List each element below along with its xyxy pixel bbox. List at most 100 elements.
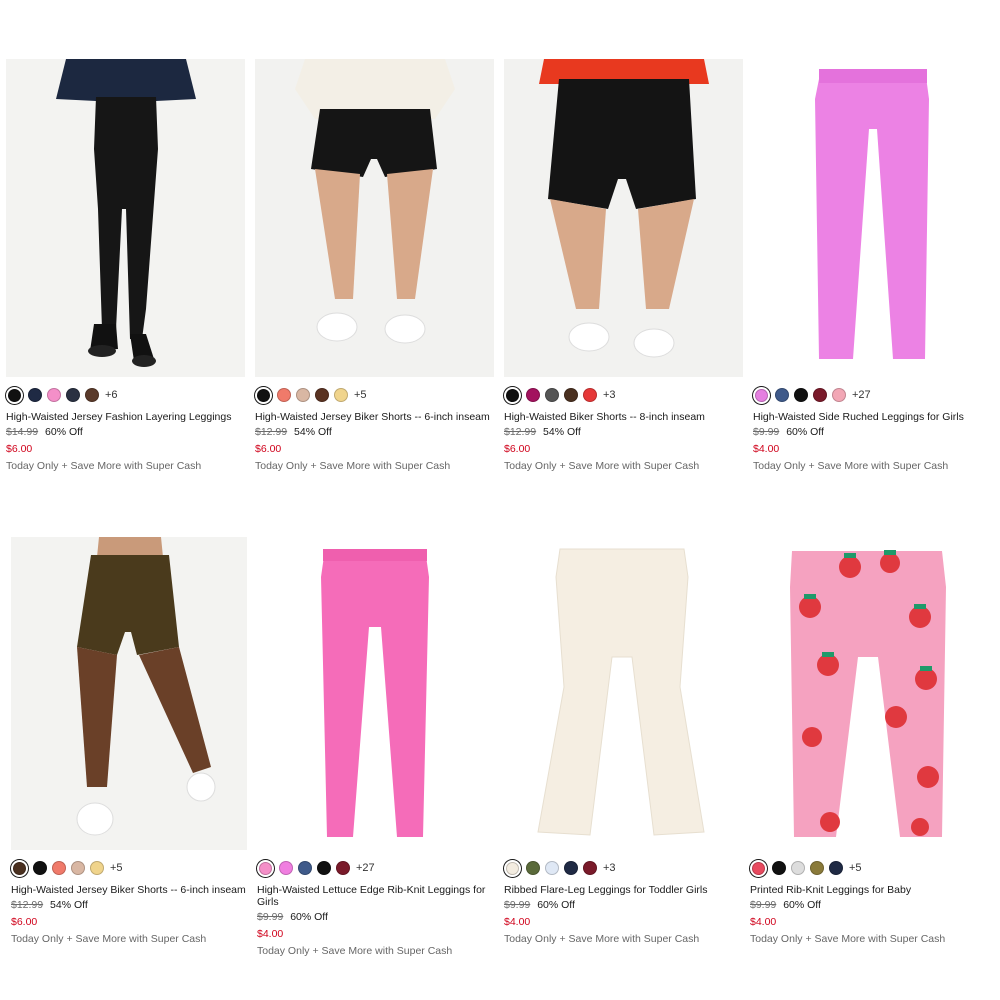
color-swatch[interactable]: [52, 861, 66, 875]
color-swatch[interactable]: [775, 388, 789, 402]
promo-text: Today Only + Save More with Super Cash: [6, 460, 202, 472]
regular-price: $12.99: [11, 899, 44, 911]
color-swatch[interactable]: [28, 388, 42, 402]
pink-ruched-leggings-image: [753, 59, 992, 377]
color-swatch[interactable]: [829, 861, 843, 875]
color-swatch[interactable]: [583, 861, 597, 875]
promo-text: Today Only + Save More with Super Cash: [255, 460, 451, 472]
more-colors-link[interactable]: +5: [110, 862, 123, 874]
product-name[interactable]: High-Waisted Jersey Biker Shorts -- 6-in…: [11, 884, 247, 896]
color-swatch[interactable]: [526, 861, 540, 875]
price-row: $9.99 60% Off: [753, 426, 992, 439]
sale-price: $6.00: [11, 916, 38, 928]
product-card[interactable]: +5 Printed Rib-Knit Leggings for Baby $9…: [750, 537, 986, 946]
product-name[interactable]: Printed Rib-Knit Leggings for Baby: [750, 884, 986, 896]
price-row: $12.99 54% Off: [11, 899, 247, 912]
color-swatch[interactable]: [33, 861, 47, 875]
color-swatch[interactable]: [545, 861, 559, 875]
color-swatches: +6: [6, 385, 245, 405]
color-swatch[interactable]: [336, 861, 350, 875]
color-swatch[interactable]: [317, 861, 331, 875]
color-swatch[interactable]: [794, 388, 808, 402]
model-black-leggings-image: [6, 59, 245, 377]
color-swatch[interactable]: [296, 388, 310, 402]
color-swatch[interactable]: [545, 388, 559, 402]
product-name[interactable]: High-Waisted Jersey Biker Shorts -- 6-in…: [255, 411, 494, 423]
color-swatch[interactable]: [298, 861, 312, 875]
color-swatch[interactable]: [277, 388, 291, 402]
product-name[interactable]: High-Waisted Side Ruched Leggings for Gi…: [753, 411, 992, 423]
color-swatch[interactable]: [13, 861, 26, 875]
more-colors-link[interactable]: +3: [603, 389, 616, 401]
discount-label: 54% Off: [543, 426, 581, 438]
color-swatch[interactable]: [832, 388, 846, 402]
more-colors-link[interactable]: +27: [852, 389, 871, 401]
promo-text: Today Only + Save More with Super Cash: [504, 460, 700, 472]
color-swatch[interactable]: [755, 388, 768, 402]
color-swatches: +5: [11, 858, 247, 878]
color-swatch[interactable]: [47, 388, 61, 402]
color-swatches: +27: [753, 385, 992, 405]
more-colors-link[interactable]: +6: [105, 389, 118, 401]
discount-label: 60% Off: [537, 899, 575, 911]
price-row: $9.99 60% Off: [750, 899, 986, 912]
product-image[interactable]: [257, 537, 493, 850]
product-image[interactable]: [504, 59, 743, 377]
color-swatch[interactable]: [334, 388, 348, 402]
price-row: $14.99 60% Off: [6, 426, 245, 439]
color-swatch[interactable]: [813, 388, 827, 402]
sale-price: $4.00: [257, 928, 284, 940]
product-name[interactable]: High-Waisted Jersey Fashion Layering Leg…: [6, 411, 245, 423]
more-colors-link[interactable]: +5: [354, 389, 367, 401]
color-swatch[interactable]: [85, 388, 99, 402]
color-swatch[interactable]: [315, 388, 329, 402]
product-image[interactable]: [255, 59, 494, 377]
color-swatch[interactable]: [257, 388, 270, 402]
product-name[interactable]: High-Waisted Lettuce Edge Rib-Knit Leggi…: [257, 884, 493, 908]
color-swatch[interactable]: [564, 388, 578, 402]
more-colors-link[interactable]: +27: [356, 862, 375, 874]
color-swatch[interactable]: [8, 388, 21, 402]
product-image[interactable]: [504, 537, 740, 850]
color-swatch[interactable]: [506, 388, 519, 402]
color-swatch[interactable]: [259, 861, 272, 875]
more-colors-link[interactable]: +5: [849, 862, 862, 874]
product-card[interactable]: +5 High-Waisted Jersey Biker Shorts -- 6…: [255, 59, 494, 473]
product-card[interactable]: +3 High-Waisted Biker Shorts -- 8-inch i…: [504, 59, 743, 473]
color-swatch[interactable]: [810, 861, 824, 875]
promo-text: Today Only + Save More with Super Cash: [750, 933, 946, 945]
color-swatch[interactable]: [66, 388, 80, 402]
model-olive-biker-shorts-image: [11, 537, 247, 850]
color-swatch[interactable]: [752, 861, 765, 875]
color-swatches: +27: [257, 858, 493, 878]
product-card[interactable]: +27 High-Waisted Side Ruched Leggings fo…: [753, 59, 992, 473]
product-image[interactable]: [11, 537, 247, 850]
product-card[interactable]: +5 High-Waisted Jersey Biker Shorts -- 6…: [11, 537, 247, 946]
color-swatches: +5: [255, 385, 494, 405]
color-swatch[interactable]: [71, 861, 85, 875]
product-card[interactable]: +27 High-Waisted Lettuce Edge Rib-Knit L…: [257, 537, 493, 958]
strawberry-print-leggings-image: [750, 537, 986, 850]
color-swatch[interactable]: [583, 388, 597, 402]
sale-price: $4.00: [753, 443, 780, 455]
color-swatches: +3: [504, 385, 743, 405]
color-swatch[interactable]: [90, 861, 104, 875]
product-image[interactable]: [750, 537, 986, 850]
product-card[interactable]: +6 High-Waisted Jersey Fashion Layering …: [6, 59, 245, 473]
product-card[interactable]: +3 Ribbed Flare-Leg Leggings for Toddler…: [504, 537, 740, 946]
more-colors-link[interactable]: +3: [603, 862, 616, 874]
color-swatch[interactable]: [506, 861, 519, 875]
product-name[interactable]: High-Waisted Biker Shorts -- 8-inch inse…: [504, 411, 743, 423]
pink-lettuce-edge-leggings-image: [257, 537, 493, 850]
product-image[interactable]: [753, 59, 992, 377]
color-swatch[interactable]: [564, 861, 578, 875]
promo-text: Today Only + Save More with Super Cash: [257, 945, 453, 957]
product-image[interactable]: [6, 59, 245, 377]
color-swatch[interactable]: [526, 388, 540, 402]
color-swatch[interactable]: [279, 861, 293, 875]
color-swatch[interactable]: [791, 861, 805, 875]
sale-price: $4.00: [504, 916, 531, 928]
regular-price: $14.99: [6, 426, 39, 438]
color-swatch[interactable]: [772, 861, 786, 875]
product-name[interactable]: Ribbed Flare-Leg Leggings for Toddler Gi…: [504, 884, 740, 896]
